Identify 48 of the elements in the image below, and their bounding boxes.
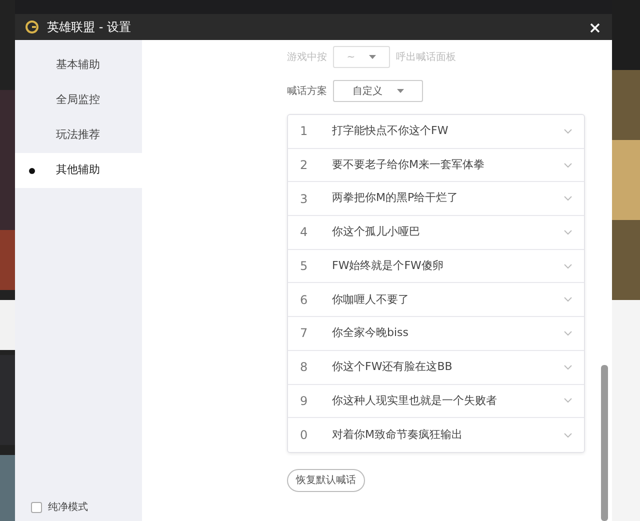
phrase-text: 对着你M致命节奏疯狂输出 [332,426,464,443]
phrase-text: 你全家今晚biss [332,325,410,342]
dropdown[interactable]: 自定义 [333,80,423,102]
hotkey-number: 2 [299,157,309,174]
checkbox-label: 纯净模式 [48,500,88,515]
phrase-text: 要不要老子给你M来一套军体拳 [332,156,486,173]
chevron-icon [564,398,572,404]
phrase-text: 打字能快点不你这个FW [332,123,450,140]
chevron-icon [564,128,572,134]
hotkey-number: 9 [299,392,309,410]
field-label: 喊话方案 [287,84,327,98]
field-label: 呼出喊话面板 [396,50,456,64]
chevron-icon [564,297,572,302]
phrase-text: FW始终就是个FW傻卵 [332,258,444,274]
chevron-icon [564,162,572,168]
chevron-icon [564,330,572,336]
sidebar-item[interactable]: 玩法推荐 [15,118,142,153]
hotkey-number: 6 [299,292,309,309]
close-icon [590,22,600,33]
hotkey-number: 4 [299,224,309,242]
hotkey-number: 5 [299,258,309,276]
chevron-icon [564,364,572,370]
sidebar-item[interactable]: 基本辅助 [15,48,142,83]
logo-icon [25,20,39,34]
phrase-text: 你这个孤儿小哑巴 [332,224,421,240]
hotkey-number: 8 [299,359,309,376]
window-title: 英雄联盟 - 设置 [47,19,131,36]
hotkey-number: 1 [299,123,309,140]
chevron-icon [564,196,572,202]
chevron-icon [564,264,572,269]
reset-button[interactable]: 恢复默认喊话 [287,468,365,492]
bullet-icon [29,168,35,174]
hotkey-number: 0 [299,427,309,444]
chevron-icon [564,432,572,438]
field-label: 游戏中按 [287,50,327,64]
phrase-text: 你咖喱人不要了 [332,292,410,308]
caret-icon [369,55,376,59]
hotkey-number: 3 [299,190,309,208]
phrase-text: 你这个FW还有脸在这BB [332,358,454,375]
sidebar-item[interactable]: 其他辅助 [15,153,142,188]
sidebar-item[interactable]: 全局监控 [15,83,142,118]
scrollbar[interactable] [601,365,608,521]
chevron-icon [564,230,572,235]
phrase-text: 两拳把你M的黑P给干烂了 [332,190,460,206]
checkbox[interactable] [31,502,42,513]
phrase-text: 你这种人现实里也就是一个失败者 [332,392,498,409]
caret-icon [396,89,404,93]
hotkey-number: 7 [299,325,309,342]
